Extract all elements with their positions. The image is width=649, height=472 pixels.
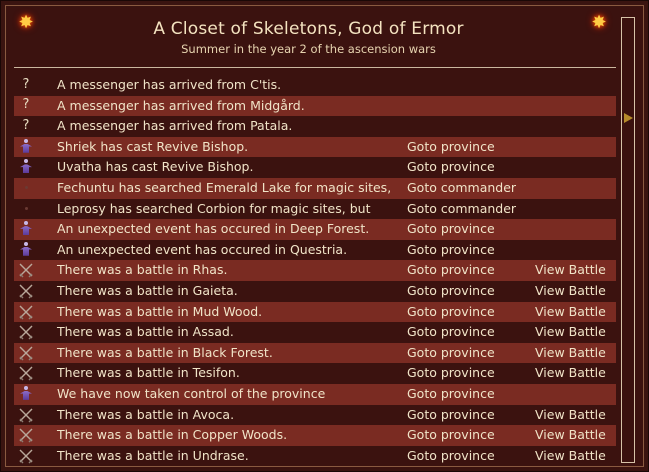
message-text: An unexpected event has occured in Quest… bbox=[57, 241, 348, 257]
question-mark-glyph: ? bbox=[22, 117, 30, 133]
goto-province-link[interactable]: Goto province bbox=[407, 446, 495, 467]
question-mark-glyph: ? bbox=[22, 76, 30, 92]
message-list: ? A messenger has arrived from C'tis.? A m… bbox=[14, 75, 616, 467]
message-text: An unexpected event has occured in Deep … bbox=[57, 221, 370, 237]
figure-shape bbox=[19, 241, 33, 258]
view-battle-link[interactable]: View Battle bbox=[535, 281, 606, 302]
crossed-swords-icon bbox=[18, 427, 34, 443]
goto-province-link[interactable]: Goto province bbox=[407, 405, 495, 426]
bishop-figure-icon bbox=[18, 385, 34, 402]
crossed-swords-icon bbox=[18, 407, 34, 423]
message-row[interactable]: There was a battle in Assad. Goto provinc… bbox=[14, 322, 616, 343]
message-row[interactable]: Fechuntu has searched Emerald Lake for m… bbox=[14, 177, 616, 199]
figure-shape bbox=[19, 138, 33, 155]
dot-icon bbox=[18, 180, 34, 196]
message-row[interactable]: Uvatha has cast Revive Bishop. Goto provi… bbox=[14, 157, 616, 178]
goto-province-link[interactable]: Goto province bbox=[407, 281, 495, 302]
message-text: There was a battle in Avoca. bbox=[57, 406, 235, 422]
message-window: ✸ ✸ A Closet of Skeletons, God of Ermor … bbox=[0, 0, 649, 472]
message-row[interactable]: ? A messenger has arrived from Patala. bbox=[14, 116, 616, 137]
goto-province-link[interactable]: Goto province bbox=[407, 363, 495, 384]
message-text: There was a battle in Rhas. bbox=[57, 262, 228, 278]
bishop-figure-icon bbox=[18, 241, 34, 258]
bishop-figure-icon bbox=[18, 221, 34, 237]
goto-province-link[interactable]: Goto province bbox=[407, 137, 495, 158]
message-row[interactable]: Shriek has cast Revive Bishop. Goto provi… bbox=[14, 136, 616, 158]
question-mark-glyph: ? bbox=[22, 97, 30, 113]
crossed-swords-icon bbox=[18, 324, 34, 340]
message-text: Uvatha has cast Revive Bishop. bbox=[57, 159, 254, 175]
message-text: There was a battle in Gaieta. bbox=[57, 282, 238, 298]
dot-shape bbox=[24, 207, 28, 211]
view-battle-link[interactable]: View Battle bbox=[535, 322, 606, 343]
goto-province-link[interactable]: Goto province bbox=[407, 322, 495, 343]
crossed-swords-icon bbox=[18, 345, 34, 361]
view-battle-link[interactable]: View Battle bbox=[535, 425, 606, 446]
view-battle-link[interactable]: View Battle bbox=[535, 302, 606, 323]
dot-shape bbox=[24, 186, 28, 190]
message-row[interactable]: ? A messenger has arrived from Midgård. bbox=[14, 95, 616, 117]
scrollbar[interactable] bbox=[621, 17, 635, 463]
view-battle-link[interactable]: View Battle bbox=[535, 343, 606, 364]
dot-icon bbox=[18, 201, 34, 217]
message-row[interactable]: An unexpected event has occured in Quest… bbox=[14, 240, 616, 261]
goto-province-link[interactable]: Goto province bbox=[407, 219, 495, 240]
message-row[interactable]: There was a battle in Gaieta. Goto provin… bbox=[14, 281, 616, 302]
goto-province-link[interactable]: Goto province bbox=[407, 343, 495, 364]
goto-commander-link[interactable]: Goto commander bbox=[407, 178, 516, 199]
message-text: We have now taken control of the provinc… bbox=[57, 385, 326, 401]
bishop-figure-icon bbox=[18, 138, 34, 155]
scroll-thumb[interactable] bbox=[624, 113, 633, 123]
message-row[interactable]: An unexpected event has occured in Deep … bbox=[14, 219, 616, 240]
message-row[interactable]: There was a battle in Black Forest. Goto … bbox=[14, 342, 616, 364]
message-text: There was a battle in Undrase. bbox=[57, 447, 249, 463]
message-row[interactable]: Leprosy has searched Corbion for magic s… bbox=[14, 199, 616, 220]
message-row[interactable]: There was a battle in Mud Wood. Goto prov… bbox=[14, 301, 616, 323]
bishop-figure-icon bbox=[18, 159, 34, 175]
message-text: There was a battle in Assad. bbox=[57, 324, 234, 340]
message-text: There was a battle in Copper Woods. bbox=[57, 427, 288, 443]
view-battle-link[interactable]: View Battle bbox=[535, 446, 606, 467]
message-row[interactable]: ? A messenger has arrived from C'tis. bbox=[14, 75, 616, 96]
message-row[interactable]: There was a battle in Undrase. Goto provi… bbox=[14, 446, 616, 467]
header-divider bbox=[14, 67, 616, 68]
message-text: Leprosy has searched Corbion for magic s… bbox=[57, 200, 371, 216]
figure-shape bbox=[19, 159, 33, 175]
message-row[interactable]: There was a battle in Tesifon. Goto provi… bbox=[14, 363, 616, 384]
crossed-swords-icon bbox=[18, 304, 34, 320]
message-text: There was a battle in Mud Wood. bbox=[57, 303, 263, 319]
question-icon: ? bbox=[18, 77, 34, 93]
crossed-swords-icon bbox=[18, 283, 34, 299]
message-row[interactable]: We have now taken control of the provinc… bbox=[14, 383, 616, 405]
message-text: A messenger has arrived from Midgård. bbox=[57, 97, 305, 113]
message-text: There was a battle in Black Forest. bbox=[57, 344, 273, 360]
message-text: Fechuntu has searched Emerald Lake for m… bbox=[57, 179, 392, 195]
message-text: A messenger has arrived from C'tis. bbox=[57, 77, 282, 92]
figure-shape bbox=[19, 221, 33, 237]
goto-province-link[interactable]: Goto province bbox=[407, 260, 495, 281]
view-battle-link[interactable]: View Battle bbox=[535, 260, 606, 281]
message-row[interactable]: There was a battle in Copper Woods. Goto … bbox=[14, 425, 616, 446]
goto-province-link[interactable]: Goto province bbox=[407, 302, 495, 323]
crossed-swords-icon bbox=[18, 262, 34, 278]
message-text: There was a battle in Tesifon. bbox=[57, 365, 240, 381]
goto-province-link[interactable]: Goto province bbox=[407, 425, 495, 446]
message-text: A messenger has arrived from Patala. bbox=[57, 118, 293, 134]
question-icon: ? bbox=[18, 97, 34, 114]
window-title: A Closet of Skeletons, God of Ermor bbox=[153, 19, 464, 39]
goto-commander-link[interactable]: Goto commander bbox=[407, 199, 516, 220]
view-battle-link[interactable]: View Battle bbox=[535, 405, 606, 426]
message-row[interactable]: There was a battle in Avoca. Goto provinc… bbox=[14, 405, 616, 426]
figure-shape bbox=[19, 385, 33, 402]
view-battle-link[interactable]: View Battle bbox=[535, 363, 606, 384]
goto-province-link[interactable]: Goto province bbox=[407, 240, 495, 261]
crossed-swords-icon bbox=[18, 365, 34, 381]
season-subtitle: Summer in the year 2 of the ascension wa… bbox=[181, 42, 436, 56]
goto-province-link[interactable]: Goto province bbox=[407, 157, 495, 178]
crossed-swords-icon bbox=[18, 448, 34, 464]
question-icon: ? bbox=[18, 118, 34, 134]
goto-province-link[interactable]: Goto province bbox=[407, 384, 495, 405]
message-text: Shriek has cast Revive Bishop. bbox=[57, 138, 249, 154]
message-row[interactable]: There was a battle in Rhas. Goto province… bbox=[14, 260, 616, 281]
